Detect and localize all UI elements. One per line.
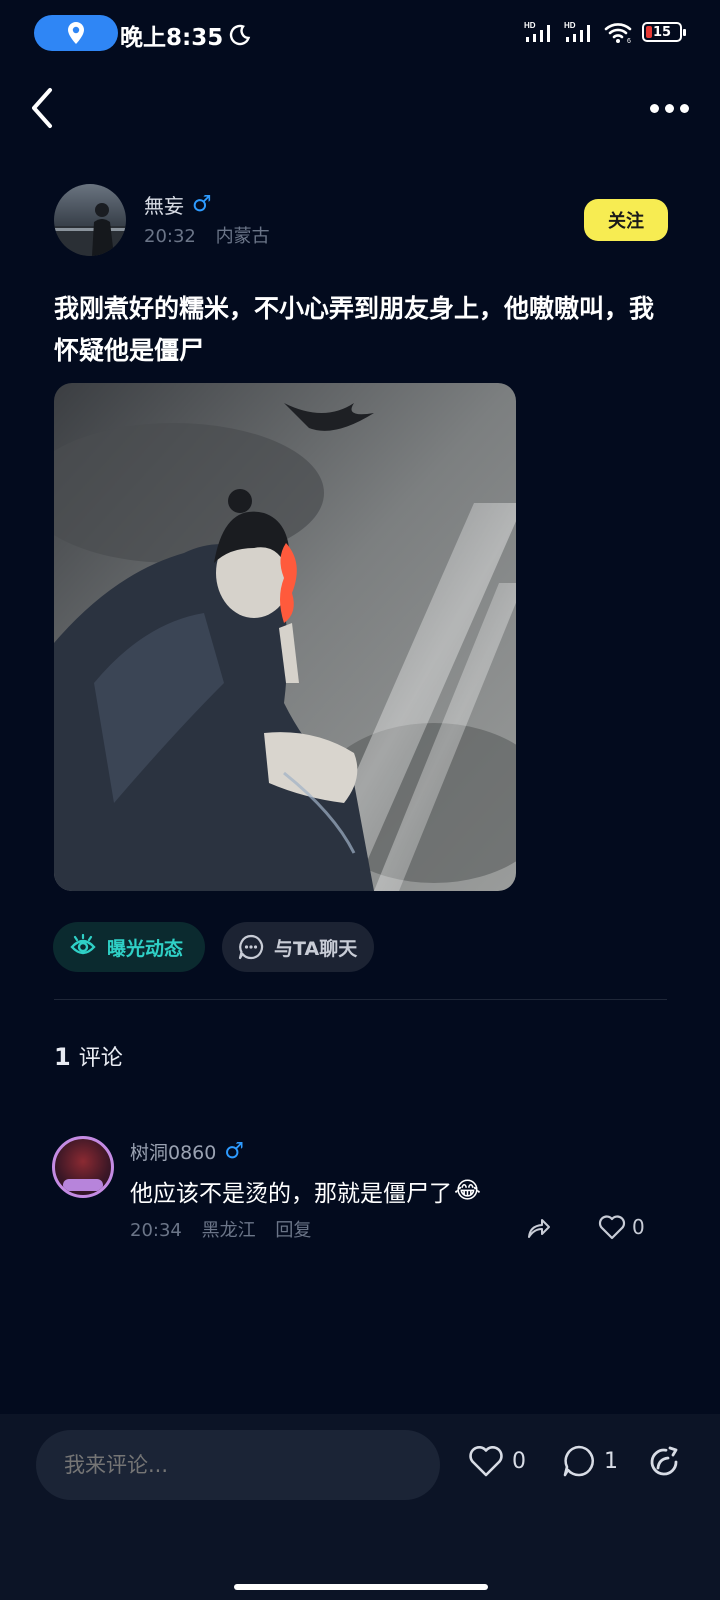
svg-text:6: 6: [627, 38, 631, 44]
author-meta: 20:32 内蒙古: [144, 222, 270, 248]
comment-like-button[interactable]: 0: [598, 1214, 645, 1240]
comment-user-row[interactable]: 树洞0860 ♂: [130, 1138, 244, 1165]
comment-time: 20:34: [130, 1220, 182, 1241]
location-pill[interactable]: [34, 15, 118, 51]
eye-icon: [70, 934, 96, 955]
divider: [54, 999, 667, 1000]
chevron-left-icon: [32, 88, 52, 128]
like-post-button[interactable]: 0: [468, 1444, 526, 1478]
comment-input[interactable]: [36, 1430, 440, 1500]
hd-signal-icon: HD: [524, 21, 550, 42]
comment-count: 1: [54, 1043, 71, 1071]
comments-label: 评论: [78, 1046, 123, 1071]
more-dots-icon: [650, 103, 659, 113]
comment-post-button[interactable]: 1: [562, 1444, 618, 1478]
post-location: 内蒙古: [215, 226, 270, 247]
svg-text:HD: HD: [524, 21, 536, 30]
share-icon: [650, 1446, 678, 1476]
location-icon: [68, 22, 84, 44]
home-indicator[interactable]: [234, 1584, 488, 1590]
chat-bubble-icon: [238, 934, 264, 960]
follow-button[interactable]: 关注: [584, 199, 668, 241]
bottom-bar: 0 1: [0, 1414, 720, 1600]
reply-button[interactable]: 回复: [275, 1220, 311, 1241]
comment-body: 他应该不是烫的，那就是僵尸了: [130, 1181, 452, 1207]
battery-icon: 15: [642, 22, 686, 42]
avatar-image: [54, 203, 126, 256]
comment-share-button[interactable]: [524, 1214, 552, 1242]
male-icon: ♂: [224, 1139, 245, 1164]
comment-bubble-icon: [563, 1445, 595, 1477]
share-arrow-icon: [528, 1219, 550, 1238]
comment-location: 黑龙江: [201, 1220, 256, 1241]
post-time: 20:32: [144, 226, 196, 247]
chat-label: 与TA聊天: [274, 937, 358, 960]
comment-like-count: 0: [632, 1215, 645, 1239]
moon-icon: [230, 24, 251, 46]
post-text: 我刚煮好的糯米，不小心弄到朋友身上，他嗷嗷叫，我怀疑他是僵尸: [54, 294, 655, 365]
laughing-emoji-icon: 😂: [454, 1178, 481, 1204]
author-name[interactable]: 無妄: [144, 190, 184, 219]
share-post-button[interactable]: [646, 1444, 682, 1480]
more-options-button[interactable]: [650, 96, 694, 120]
comment-meta: 20:34 黑龙江 回复: [130, 1216, 311, 1242]
comment-avatar[interactable]: [52, 1136, 114, 1198]
chat-with-author-button[interactable]: 与TA聊天: [222, 922, 374, 972]
post-image[interactable]: [54, 383, 516, 891]
wifi-icon: 6: [604, 23, 632, 44]
comments-header: 1 评论: [54, 1040, 123, 1072]
expose-post-button[interactable]: 曝光动态: [53, 922, 205, 972]
author-name-row[interactable]: 無妄 ♂: [144, 190, 212, 219]
heart-icon: [469, 1446, 503, 1477]
post-like-count: 0: [512, 1448, 526, 1474]
comment-text: 他应该不是烫的，那就是僵尸了 😂: [130, 1174, 481, 1208]
comment-username[interactable]: 树洞0860: [130, 1138, 216, 1165]
status-time: 晚上8:35: [120, 18, 251, 52]
post-comment-count: 1: [604, 1448, 618, 1474]
heart-icon: [598, 1215, 626, 1240]
svg-text:HD: HD: [564, 21, 576, 30]
back-button[interactable]: [24, 84, 64, 132]
author-avatar[interactable]: [54, 184, 126, 256]
status-bar: 晚上8:35 HD HD 6 15: [0, 0, 720, 66]
clock-text: 晚上8:35: [120, 25, 224, 51]
ink-illustration: [54, 383, 516, 891]
expose-label: 曝光动态: [107, 937, 184, 960]
battery-level: 15: [652, 24, 672, 40]
male-icon: ♂: [192, 192, 212, 217]
hd-signal-icon: HD: [564, 21, 590, 42]
status-indicators: HD HD 6 15: [524, 20, 686, 44]
